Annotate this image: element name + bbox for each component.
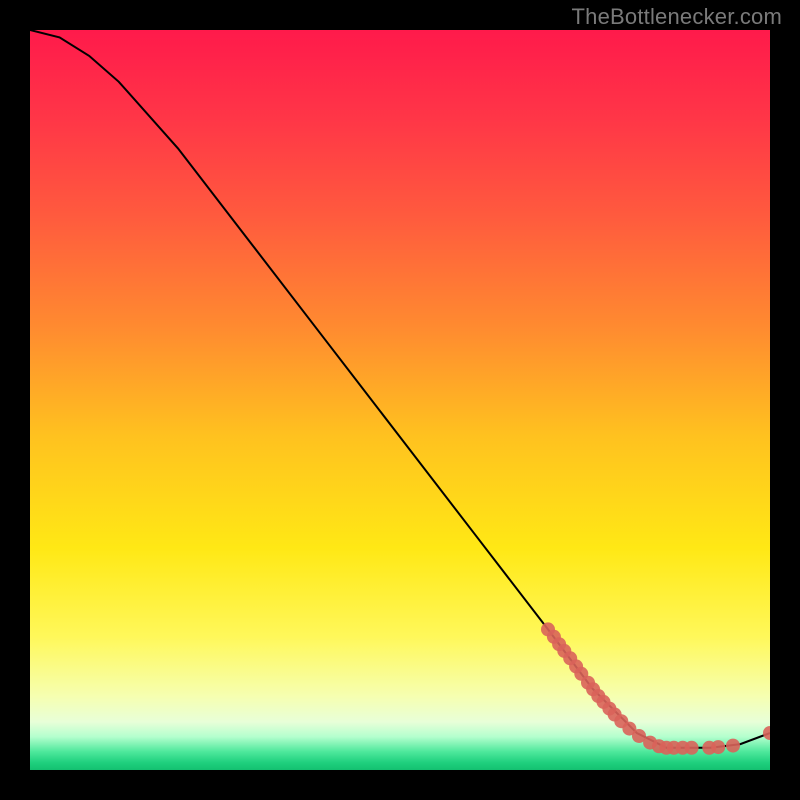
chart-container: TheBottlenecker.com [0,0,800,800]
data-point [726,739,740,753]
plot-area [30,30,770,770]
data-point [711,740,725,754]
gradient-background [30,30,770,770]
data-point [685,741,699,755]
chart-svg [30,30,770,770]
attribution-label: TheBottlenecker.com [572,4,782,30]
